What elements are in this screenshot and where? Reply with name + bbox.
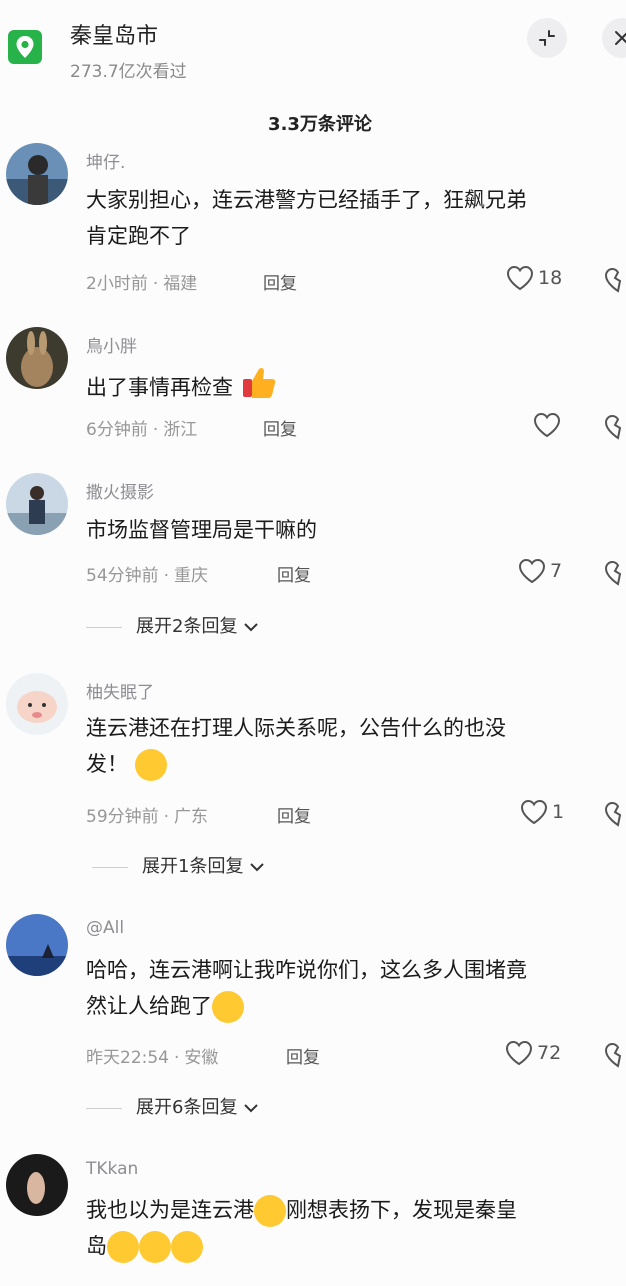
- expand-replies-button[interactable]: 展开1条回复: [92, 852, 265, 878]
- heart-icon: [518, 558, 546, 584]
- like-button[interactable]: 18: [506, 265, 562, 291]
- reply-button[interactable]: 回复: [277, 802, 311, 827]
- laughing-crying-emoji-icon: [171, 1231, 203, 1263]
- broken-heart-icon: [604, 267, 622, 293]
- thumbs-up-emoji-icon: [240, 365, 278, 412]
- avatar[interactable]: [6, 1154, 68, 1216]
- close-icon: [615, 31, 626, 45]
- like-button[interactable]: 72: [505, 1040, 561, 1066]
- username[interactable]: @All: [86, 918, 124, 938]
- username[interactable]: 坤仔.: [86, 148, 125, 173]
- chevron-down-icon: [244, 1104, 258, 1113]
- comment-meta: 59分钟前 · 广东: [86, 807, 209, 827]
- heart-icon: [505, 1040, 533, 1066]
- heart-icon: [533, 412, 561, 438]
- expand-replies-button[interactable]: 展开2条回复: [86, 612, 259, 638]
- like-button[interactable]: 7: [518, 558, 562, 584]
- like-button[interactable]: [533, 412, 561, 438]
- like-button[interactable]: 1: [520, 799, 564, 825]
- comment-meta: 6分钟前 · 浙江: [86, 420, 198, 440]
- comment-count: 3.3万条评论: [268, 114, 372, 135]
- comment-meta: 2小时前 · 福建: [86, 274, 198, 294]
- username[interactable]: 柚失眠了: [86, 678, 154, 703]
- reply-button[interactable]: 回复: [286, 1043, 320, 1068]
- avatar[interactable]: [6, 143, 68, 205]
- reply-button[interactable]: 回复: [263, 269, 297, 294]
- reply-button[interactable]: 回复: [263, 415, 297, 440]
- view-count: 273.7亿次看过: [70, 62, 187, 82]
- comment-text: 连云港还在打理人际关系呢，公告什么的也没 发！: [86, 710, 626, 782]
- broken-heart-icon: [604, 801, 622, 827]
- location-pin-icon: [8, 30, 42, 64]
- surprised-emoji-icon: [254, 1195, 286, 1227]
- dislike-button[interactable]: [604, 560, 626, 586]
- comment-text: 市场监督管理局是干嘛的: [86, 518, 317, 542]
- comment-text: 出了事情再检查: [86, 365, 626, 412]
- dislike-button[interactable]: [604, 267, 626, 293]
- avatar[interactable]: [6, 914, 68, 976]
- reply-button[interactable]: 回复: [277, 561, 311, 586]
- avatar[interactable]: [6, 473, 68, 535]
- like-count: 72: [537, 1042, 562, 1064]
- laughing-crying-emoji-icon: [134, 749, 167, 781]
- like-count: 18: [538, 267, 563, 289]
- comment-text: 大家别担心，连云港警方已经插手了，狂飙兄弟 肯定跑不了: [86, 188, 527, 248]
- comment-text: 哈哈，连云港啊让我咋说你们，这么多人围堵竟 然让人给跑了: [86, 952, 626, 1024]
- chevron-down-icon: [250, 863, 264, 872]
- dislike-button[interactable]: [604, 801, 626, 827]
- comment-meta: 昨天22:54 · 安徽: [86, 1048, 219, 1068]
- avatar[interactable]: [6, 327, 68, 389]
- location-title[interactable]: 秦皇岛市: [70, 18, 158, 50]
- username[interactable]: TKkan: [86, 1159, 138, 1179]
- laughing-crying-emoji-icon: [107, 1231, 139, 1263]
- username[interactable]: 鳥小胖: [86, 332, 137, 357]
- heart-icon: [520, 799, 548, 825]
- broken-heart-icon: [604, 560, 622, 586]
- avatar[interactable]: [6, 673, 68, 735]
- close-button[interactable]: [602, 18, 626, 58]
- username[interactable]: 撒火摄影: [86, 478, 154, 503]
- broken-heart-icon: [604, 1042, 622, 1068]
- header: 秦皇岛市 273.7亿次看过: [0, 0, 626, 95]
- shrink-button[interactable]: [527, 18, 567, 58]
- dislike-button[interactable]: [604, 1042, 626, 1068]
- like-count: 1: [552, 801, 565, 823]
- laughing-crying-emoji-icon: [212, 991, 244, 1023]
- shrink-icon: [539, 30, 555, 46]
- comment-meta: 54分钟前 · 重庆: [86, 566, 209, 586]
- like-count: 7: [550, 560, 563, 582]
- laughing-crying-emoji-icon: [139, 1231, 171, 1263]
- heart-icon: [506, 265, 534, 291]
- chevron-down-icon: [244, 623, 258, 632]
- broken-heart-icon: [604, 414, 622, 440]
- dislike-button[interactable]: [604, 414, 626, 440]
- comment-text: 我也以为是连云港 刚想表扬下，发现是秦皇 岛: [86, 1192, 626, 1264]
- expand-replies-button[interactable]: 展开6条回复: [86, 1093, 259, 1119]
